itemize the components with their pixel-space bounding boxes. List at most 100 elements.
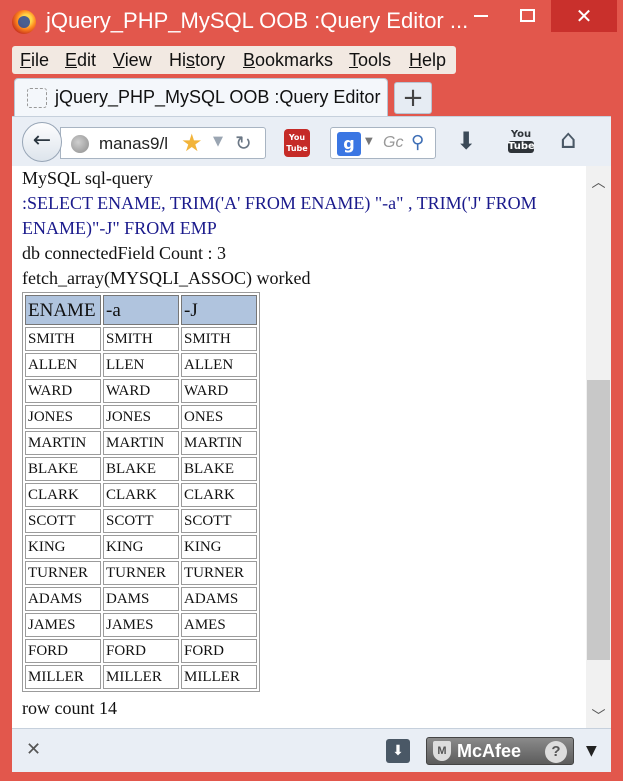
search-engine-dropdown-icon[interactable]: ▼ — [365, 136, 373, 147]
menu-bookmarks-accesskey: B — [243, 50, 256, 70]
table-cell: MARTIN — [181, 431, 257, 455]
url-text[interactable]: manas9/l — [99, 134, 168, 154]
page-content: MySQL sql-query :SELECT ENAME, TRIM('A' … — [22, 166, 588, 721]
menu-view[interactable]: View — [113, 50, 152, 71]
menu-bar: File Edit View History Bookmarks Tools H… — [12, 46, 456, 74]
table-row: SCOTT SCOTT SCOTT — [25, 509, 257, 533]
scroll-down-icon[interactable]: ﹀ — [586, 706, 611, 726]
table-cell: MARTIN — [25, 431, 101, 455]
menu-tools[interactable]: Tools — [349, 50, 391, 71]
table-cell: JONES — [103, 405, 179, 429]
search-input[interactable]: Gc — [383, 134, 403, 152]
table-cell: ALLEN — [181, 353, 257, 377]
table-cell: BLAKE — [103, 457, 179, 481]
table-cell: ALLEN — [25, 353, 101, 377]
bookmark-star-icon[interactable]: ★ — [181, 129, 203, 157]
minimize-button[interactable] — [458, 0, 504, 32]
sql-query-text: :SELECT ENAME, TRIM('A' FROM ENAME) "-a"… — [22, 193, 537, 238]
table-cell: FORD — [103, 639, 179, 663]
column-header-j: -J — [181, 295, 257, 325]
download-icon[interactable]: ⬇ — [456, 127, 476, 155]
menu-tools-accesskey: T — [349, 50, 358, 70]
table-cell: FORD — [181, 639, 257, 663]
table-cell: TURNER — [25, 561, 101, 585]
table-cell: TURNER — [181, 561, 257, 585]
vertical-scrollbar[interactable]: ︿ ﹀ — [586, 166, 611, 728]
minimize-icon — [474, 15, 488, 17]
youtube-label-top: You — [510, 129, 532, 140]
table-cell: ADAMS — [25, 587, 101, 611]
table-cell: CLARK — [181, 483, 257, 507]
navigation-toolbar: manas9/l ★ ▼ ↻ ← You Tube g ▼ Gc ⚲ ⬇ You… — [12, 116, 611, 166]
browser-window: jQuery_PHP_MySQL OOB :Query Editor ... ✕… — [0, 0, 623, 781]
menu-file[interactable]: File — [20, 50, 49, 71]
close-window-button[interactable]: ✕ — [551, 0, 617, 32]
table-cell: TURNER — [103, 561, 179, 585]
connection-status: db connectedField Count : 3 — [22, 243, 226, 263]
search-icon[interactable]: ⚲ — [411, 132, 424, 153]
help-icon[interactable]: ? — [545, 741, 567, 763]
menu-help-label: elp — [422, 50, 447, 70]
google-icon[interactable]: g — [337, 132, 361, 156]
table-row: KING KING KING — [25, 535, 257, 559]
mcafee-button[interactable]: M McAfee ? — [426, 737, 574, 765]
back-button[interactable]: ← — [22, 122, 62, 162]
tab-query-editor[interactable]: jQuery_PHP_MySQL OOB :Query Editor — [14, 78, 388, 116]
table-cell: WARD — [181, 379, 257, 403]
table-cell: MARTIN — [103, 431, 179, 455]
reload-icon[interactable]: ↻ — [235, 131, 252, 155]
table-row: FORD FORD FORD — [25, 639, 257, 663]
youtube-button[interactable]: You Tube — [508, 129, 535, 157]
menu-bookmarks[interactable]: Bookmarks — [243, 50, 333, 71]
search-bar[interactable]: g ▼ Gc ⚲ — [330, 127, 436, 159]
table-cell: JAMES — [25, 613, 101, 637]
maximize-button[interactable] — [505, 0, 551, 32]
title-bar: jQuery_PHP_MySQL OOB :Query Editor ... ✕ — [0, 0, 623, 44]
table-cell: FORD — [25, 639, 101, 663]
menu-view-accesskey: V — [113, 50, 125, 70]
table-cell: ADAMS — [181, 587, 257, 611]
firefox-logo-icon[interactable] — [12, 10, 36, 34]
table-cell: CLARK — [25, 483, 101, 507]
home-icon[interactable]: ⌂ — [560, 125, 577, 155]
scroll-up-icon[interactable]: ︿ — [586, 172, 611, 192]
table-cell: SMITH — [25, 327, 101, 351]
back-arrow-icon: ← — [32, 128, 52, 153]
globe-icon[interactable] — [71, 135, 89, 153]
youtube-icon[interactable]: You Tube — [284, 129, 310, 157]
url-dropdown-icon[interactable]: ▼ — [213, 134, 223, 149]
table-cell: SCOTT — [181, 509, 257, 533]
maximize-icon — [520, 9, 535, 22]
menu-view-label: iew — [124, 50, 152, 70]
menu-edit[interactable]: Edit — [65, 50, 96, 71]
close-icon[interactable]: ✕ — [26, 739, 41, 760]
table-row: MARTIN MARTIN MARTIN — [25, 431, 257, 455]
mcafee-dropdown-icon[interactable]: ▼ — [586, 743, 597, 759]
add-on-bar: ✕ ⬇ M McAfee ? ▼ — [12, 728, 611, 772]
addon-download-icon[interactable]: ⬇ — [386, 739, 410, 763]
menu-edit-label: dit — [77, 50, 97, 70]
table-row: JONES JONES ONES — [25, 405, 257, 429]
column-header-ename: ENAME — [25, 295, 101, 325]
table-cell: CLARK — [103, 483, 179, 507]
table-cell: SCOTT — [103, 509, 179, 533]
table-row: CLARK CLARK CLARK — [25, 483, 257, 507]
column-header-a: -a — [103, 295, 179, 325]
menu-help[interactable]: Help — [409, 50, 446, 71]
table-cell: BLAKE — [25, 457, 101, 481]
menu-help-accesskey: H — [409, 50, 422, 70]
scroll-thumb[interactable] — [587, 380, 610, 660]
table-header-row: ENAME -a -J — [25, 295, 257, 325]
table-row: ALLEN LLEN ALLEN — [25, 353, 257, 377]
table-row: ADAMS DAMS ADAMS — [25, 587, 257, 611]
table-cell: SMITH — [181, 327, 257, 351]
youtube-icon-label: You Tube — [286, 133, 308, 153]
table-cell: SMITH — [103, 327, 179, 351]
table-row: SMITH SMITH SMITH — [25, 327, 257, 351]
menu-history[interactable]: History — [169, 50, 225, 71]
new-tab-button[interactable]: + — [394, 82, 432, 114]
page-heading: MySQL sql-query — [22, 168, 153, 188]
table-cell: KING — [103, 535, 179, 559]
url-bar[interactable]: manas9/l ★ ▼ ↻ — [60, 127, 266, 159]
table-cell: BLAKE — [181, 457, 257, 481]
